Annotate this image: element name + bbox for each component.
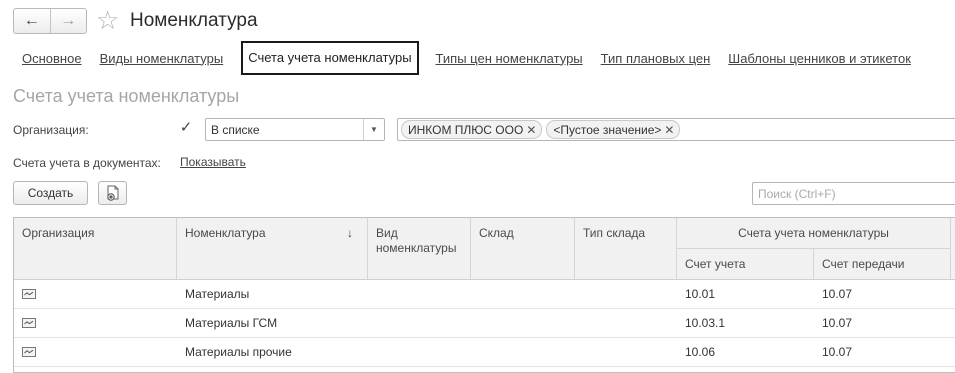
cell-transfer-account: 10.07 xyxy=(822,316,853,330)
record-icon xyxy=(22,347,36,357)
column-group-header-accounts: Счета учета номенклатуры xyxy=(677,218,951,249)
cell-account: 10.01 xyxy=(685,287,716,301)
filter-tag: <Пустое значение> ✕ xyxy=(546,120,681,139)
column-header-warehouse[interactable]: Склад xyxy=(471,218,575,279)
tab-item-accounts[interactable]: Счета учета номенклатуры xyxy=(241,41,419,75)
copy-button[interactable] xyxy=(98,181,127,205)
tab-main[interactable]: Основное xyxy=(22,51,82,66)
column-header-item-label: Номенклатура xyxy=(185,226,266,240)
search-input[interactable] xyxy=(752,182,955,205)
arrow-right-icon: → xyxy=(60,12,77,29)
sort-desc-icon: ↓ xyxy=(347,226,353,240)
arrow-left-icon: ← xyxy=(23,12,40,29)
tab-item-kinds[interactable]: Виды номенклатуры xyxy=(100,51,224,66)
cell-transfer-account: 10.07 xyxy=(822,287,853,301)
table-row[interactable]: Материалы ГСМ 10.03.1 10.07 xyxy=(14,309,955,338)
dropdown-arrow-icon[interactable]: ▼ xyxy=(363,119,384,140)
column-header-account[interactable]: Счет учета xyxy=(677,249,814,279)
page-title: Номенклатура xyxy=(130,10,258,31)
column-header-transfer-account[interactable]: Счет передачи xyxy=(814,249,951,279)
table-header: Организация Номенклатура ↓ Вид номенклат… xyxy=(14,218,955,280)
filter-tag: ИНКОМ ПЛЮС ООО ✕ xyxy=(401,120,543,139)
back-button[interactable]: ← xyxy=(14,9,50,33)
filter-tag-label: ИНКОМ ПЛЮС ООО xyxy=(408,122,524,137)
forward-button[interactable]: → xyxy=(49,9,87,33)
doc-accounts-label: Счета учета в документах: xyxy=(13,156,161,170)
column-header-item[interactable]: Номенклатура ↓ xyxy=(177,218,368,279)
condition-select[interactable]: В списке ▼ xyxy=(205,118,385,141)
record-icon xyxy=(22,318,36,328)
filter-tag-label: <Пустое значение> xyxy=(553,122,662,137)
column-header-warehouse-type[interactable]: Тип склада xyxy=(575,218,677,279)
organization-filter-label: Организация: xyxy=(13,123,89,137)
create-button[interactable]: Создать xyxy=(13,181,88,205)
cell-account: 10.03.1 xyxy=(685,316,726,330)
organization-values-field[interactable]: ИНКОМ ПЛЮС ООО ✕ <Пустое значение> ✕ xyxy=(397,118,955,141)
condition-value: В списке xyxy=(211,123,260,137)
cell-item: Материалы прочие xyxy=(185,345,292,359)
remove-tag-icon[interactable]: ✕ xyxy=(664,123,674,137)
cell-item: Материалы xyxy=(185,287,250,301)
show-link[interactable]: Показывать xyxy=(180,155,246,169)
tab-label-templates[interactable]: Шаблоны ценников и этикеток xyxy=(728,51,911,66)
record-icon xyxy=(22,289,36,299)
column-header-item-kind[interactable]: Вид номенклатуры xyxy=(368,218,471,279)
cell-transfer-account: 10.07 xyxy=(822,345,853,359)
table-row[interactable]: Материалы 10.01 10.07 xyxy=(14,280,955,309)
tab-price-types[interactable]: Типы цен номенклатуры xyxy=(436,51,583,66)
section-title: Счета учета номенклатуры xyxy=(13,86,240,106)
remove-tag-icon[interactable]: ✕ xyxy=(526,123,536,137)
table-row[interactable]: Материалы прочие 10.06 10.07 xyxy=(14,338,955,367)
organization-filter-checkbox[interactable]: ✓ xyxy=(179,120,193,135)
tab-bar: Основное Виды номенклатуры Счета учета н… xyxy=(13,40,920,76)
accounts-table: Организация Номенклатура ↓ Вид номенклат… xyxy=(13,217,955,373)
column-header-organization[interactable]: Организация xyxy=(14,218,177,279)
tab-planned-price-type[interactable]: Тип плановых цен xyxy=(601,51,711,66)
cell-account: 10.06 xyxy=(685,345,716,359)
cell-item: Материалы ГСМ xyxy=(185,316,278,330)
history-nav: ← → xyxy=(13,8,87,34)
copy-document-icon xyxy=(106,185,118,201)
star-icon[interactable]: ☆ xyxy=(96,5,119,35)
